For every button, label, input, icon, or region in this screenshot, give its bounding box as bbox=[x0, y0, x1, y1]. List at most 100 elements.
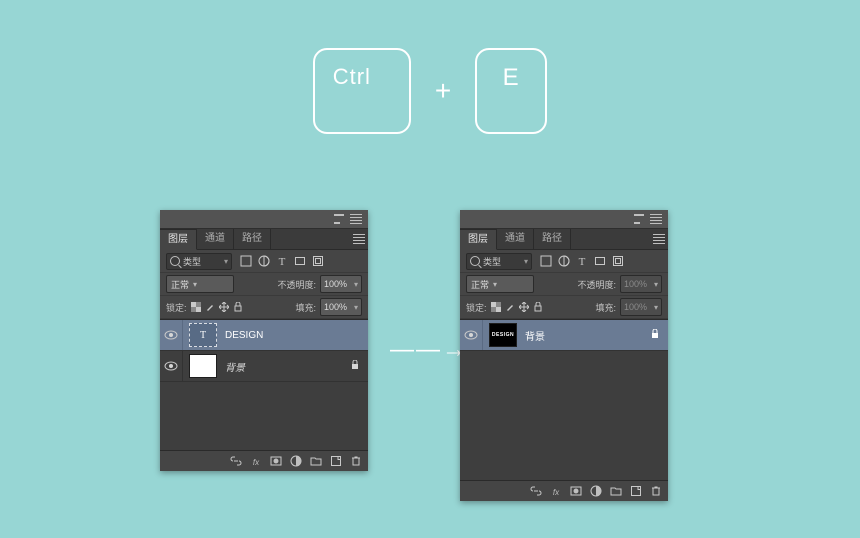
fill-input[interactable]: 100% ▾ bbox=[320, 298, 362, 316]
filter-kind-select[interactable]: 类型 ▾ bbox=[466, 253, 532, 270]
layer-filter-row: 类型 ▾ T bbox=[460, 250, 668, 273]
panel-menu-icon[interactable] bbox=[650, 214, 662, 224]
panel-tabs: 图层 通道 路径 bbox=[460, 229, 668, 250]
lock-paint-icon[interactable] bbox=[205, 302, 215, 312]
shortcut-row: Ctrl + E bbox=[0, 48, 860, 134]
opacity-value: 100% bbox=[624, 279, 647, 289]
visibility-toggle[interactable] bbox=[460, 320, 483, 350]
fill-input[interactable]: 100% ▾ bbox=[620, 298, 662, 316]
group-icon[interactable] bbox=[610, 485, 622, 497]
lock-paint-icon[interactable] bbox=[505, 302, 515, 312]
tab-channels[interactable]: 通道 bbox=[497, 229, 534, 249]
svg-text:fx: fx bbox=[253, 458, 260, 467]
tab-menu-icon[interactable] bbox=[350, 229, 368, 249]
key-e: E bbox=[475, 48, 547, 134]
mask-icon[interactable] bbox=[270, 455, 282, 467]
lock-trans-icon[interactable] bbox=[191, 302, 201, 312]
blend-row: 正常 ▾ 不透明度: 100% ▾ bbox=[460, 273, 668, 296]
lock-trans-icon[interactable] bbox=[491, 302, 501, 312]
tab-layers[interactable]: 图层 bbox=[160, 229, 197, 250]
opacity-input[interactable]: 100% ▾ bbox=[620, 275, 662, 293]
mask-icon[interactable] bbox=[570, 485, 582, 497]
tab-paths[interactable]: 路径 bbox=[534, 229, 571, 249]
filter-smart-icon[interactable] bbox=[612, 255, 624, 267]
eye-icon bbox=[464, 330, 478, 340]
transition-arrow: ——→ bbox=[390, 336, 468, 364]
blend-mode-label: 正常 bbox=[171, 278, 189, 291]
filter-type-icon[interactable]: T bbox=[576, 255, 588, 267]
fill-label: 填充: bbox=[595, 301, 616, 314]
link-layers-icon[interactable] bbox=[230, 455, 242, 467]
svg-text:T: T bbox=[279, 256, 286, 267]
panel-titlebar bbox=[160, 210, 368, 229]
new-layer-icon[interactable] bbox=[630, 485, 642, 497]
adjustment-icon[interactable] bbox=[290, 455, 302, 467]
panel-menu-icon[interactable] bbox=[350, 214, 362, 224]
lock-all-icon[interactable] bbox=[533, 302, 543, 312]
filter-smart-icon[interactable] bbox=[312, 255, 324, 267]
lock-label: 锁定: bbox=[466, 301, 487, 314]
tab-menu-icon[interactable] bbox=[650, 229, 668, 249]
fx-icon[interactable]: fx bbox=[250, 455, 262, 467]
filter-pixel-icon[interactable] bbox=[540, 255, 552, 267]
svg-text:T: T bbox=[579, 256, 586, 267]
layer-name: 背景 bbox=[225, 359, 350, 374]
lock-move-icon[interactable] bbox=[219, 302, 229, 312]
fx-icon[interactable]: fx bbox=[550, 485, 562, 497]
layer-row[interactable]: T DESIGN bbox=[160, 320, 368, 351]
tab-layers[interactable]: 图层 bbox=[460, 229, 497, 250]
panel-titlebar bbox=[460, 210, 668, 229]
filter-adjust-icon[interactable] bbox=[558, 255, 570, 267]
panel-footer: fx bbox=[160, 450, 368, 471]
filter-shape-icon[interactable] bbox=[594, 255, 606, 267]
layer-row[interactable]: DESIGN 背景 bbox=[460, 320, 668, 351]
key-ctrl-label: Ctrl bbox=[333, 64, 371, 90]
blend-mode-label: 正常 bbox=[471, 278, 489, 291]
opacity-input[interactable]: 100% ▾ bbox=[320, 275, 362, 293]
filter-kind-label: 类型 bbox=[483, 255, 501, 268]
lock-icon bbox=[350, 360, 360, 373]
blend-row: 正常 ▾ 不透明度: 100% ▾ bbox=[160, 273, 368, 296]
trash-icon[interactable] bbox=[350, 455, 362, 467]
eye-icon bbox=[164, 330, 178, 340]
blend-mode-select[interactable]: 正常 ▾ bbox=[166, 275, 234, 293]
tab-paths[interactable]: 路径 bbox=[234, 229, 271, 249]
group-icon[interactable] bbox=[310, 455, 322, 467]
layer-name: DESIGN bbox=[225, 330, 360, 341]
collapse-icon[interactable] bbox=[334, 214, 344, 224]
panel-footer: fx bbox=[460, 480, 668, 501]
filter-pixel-icon[interactable] bbox=[240, 255, 252, 267]
collapse-icon[interactable] bbox=[634, 214, 644, 224]
layer-thumb: DESIGN bbox=[489, 323, 517, 347]
tab-channels[interactable]: 通道 bbox=[197, 229, 234, 249]
link-layers-icon[interactable] bbox=[530, 485, 542, 497]
eye-icon bbox=[164, 361, 178, 371]
lock-row: 锁定: 填充: 100% ▾ bbox=[160, 296, 368, 319]
key-e-label: E bbox=[503, 64, 520, 92]
layer-row[interactable]: 背景 bbox=[160, 351, 368, 382]
chevron-down-icon: ▾ bbox=[354, 303, 358, 312]
new-layer-icon[interactable] bbox=[330, 455, 342, 467]
layers-panel-before: 图层 通道 路径 类型 ▾ T 正常 bbox=[160, 210, 368, 471]
filter-shape-icon[interactable] bbox=[294, 255, 306, 267]
layer-list: DESIGN 背景 bbox=[460, 319, 668, 480]
opacity-value: 100% bbox=[324, 279, 347, 289]
lock-all-icon[interactable] bbox=[233, 302, 243, 312]
search-icon bbox=[170, 256, 180, 266]
layer-filter-row: 类型 ▾ T bbox=[160, 250, 368, 273]
lock-move-icon[interactable] bbox=[519, 302, 529, 312]
visibility-toggle[interactable] bbox=[160, 320, 183, 350]
filter-type-icon[interactable]: T bbox=[276, 255, 288, 267]
blend-mode-select[interactable]: 正常 ▾ bbox=[466, 275, 534, 293]
fill-value: 100% bbox=[324, 302, 347, 312]
layer-thumb bbox=[189, 354, 217, 378]
plus-sign: + bbox=[435, 75, 451, 107]
filter-adjust-icon[interactable] bbox=[258, 255, 270, 267]
filter-kind-select[interactable]: 类型 ▾ bbox=[166, 253, 232, 270]
trash-icon[interactable] bbox=[650, 485, 662, 497]
opacity-label: 不透明度: bbox=[577, 278, 616, 291]
adjustment-icon[interactable] bbox=[590, 485, 602, 497]
visibility-toggle[interactable] bbox=[160, 351, 183, 381]
chevron-down-icon: ▾ bbox=[193, 280, 197, 289]
layer-list: T DESIGN 背景 bbox=[160, 319, 368, 450]
